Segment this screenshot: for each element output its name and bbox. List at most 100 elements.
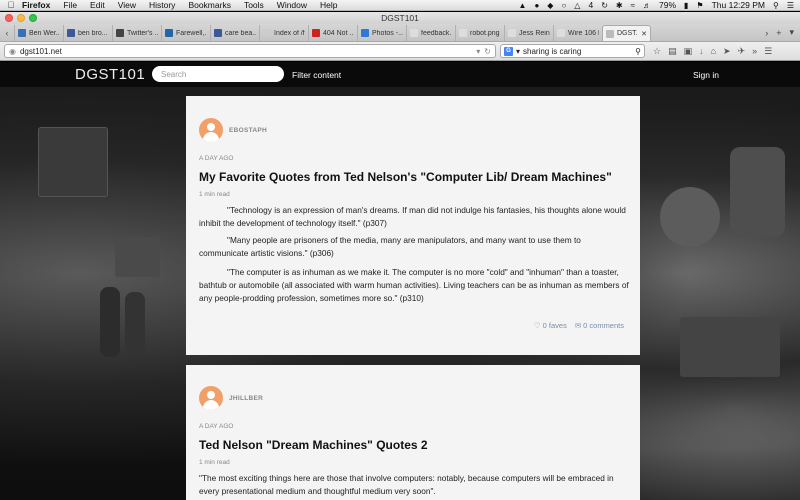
browser-tab[interactable]: 404 Not ... xyxy=(308,25,357,41)
tab-favicon-icon xyxy=(18,29,26,37)
drive-icon[interactable]: △ xyxy=(574,1,580,10)
post-title[interactable]: Ted Nelson "Dream Machines" Quotes 2 xyxy=(199,438,428,452)
extension-icon[interactable]: » xyxy=(752,46,757,57)
filter-content-link[interactable]: Filter content xyxy=(292,70,341,80)
site-search-input[interactable] xyxy=(152,66,284,82)
window-controls xyxy=(5,14,37,22)
menu-icon[interactable]: ☰ xyxy=(764,46,772,57)
menu-bookmarks[interactable]: Bookmarks xyxy=(188,0,231,10)
browser-tab[interactable]: Photos -... xyxy=(357,25,406,41)
menu-edit[interactable]: Edit xyxy=(90,0,105,10)
avatar[interactable] xyxy=(199,386,223,410)
tab-close-icon[interactable]: ✕ xyxy=(641,30,647,38)
post-author[interactable]: EBOSTAPH xyxy=(229,127,267,134)
menu-file[interactable]: File xyxy=(63,0,77,10)
apple-icon[interactable]:  xyxy=(0,0,22,10)
search-engine-dropdown-icon[interactable]: ▾ xyxy=(516,47,520,56)
menu-tools[interactable]: Tools xyxy=(244,0,264,10)
browser-tab[interactable]: Wire 106 Hub xyxy=(553,25,602,41)
home-icon[interactable]: ⌂ xyxy=(711,46,716,57)
clock[interactable]: Thu 12:29 PM xyxy=(712,0,765,10)
reading-list-icon[interactable]: ▤ xyxy=(668,46,677,57)
search-icon[interactable]: ⚲ xyxy=(635,47,641,56)
tab-favicon-icon xyxy=(214,29,222,37)
toolbar-icons: ☆ ▤ ▣ ↓ ⌂ ➤ ✈ » ☰ xyxy=(653,46,772,57)
menu-history[interactable]: History xyxy=(149,0,175,10)
zoom-window-button[interactable] xyxy=(29,14,37,22)
menu-window[interactable]: Window xyxy=(277,0,307,10)
hat-icon[interactable]: ▲ xyxy=(519,1,527,10)
site-identity-icon[interactable]: ◉ xyxy=(9,47,16,56)
browser-tab[interactable]: care bea... xyxy=(210,25,259,41)
minimize-window-button[interactable] xyxy=(17,14,25,22)
volume-icon[interactable]: ♬ xyxy=(643,1,651,10)
tab-label: care bea... xyxy=(225,29,256,37)
menu-app[interactable]: Firefox xyxy=(22,0,50,10)
notification-icon[interactable]: ○ xyxy=(561,1,566,10)
menu-help[interactable]: Help xyxy=(320,0,337,10)
download-icon[interactable]: ↓ xyxy=(699,46,704,57)
tab-scroll-right-icon[interactable]: › xyxy=(765,28,768,38)
wifi-icon[interactable]: ≈ xyxy=(631,1,635,10)
battery-icon[interactable]: ▮ xyxy=(684,1,688,10)
tab-bar: ‹ Ben Wer... ben bro... Twitter's ... Farew… xyxy=(0,24,800,42)
browser-tab[interactable]: Farewell,... xyxy=(161,25,210,41)
post-card[interactable]: EBOSTAPH A DAY AGO My Favorite Quotes fr… xyxy=(186,96,640,355)
browser-tab[interactable]: DGST...✕ xyxy=(602,25,651,41)
evernote-icon[interactable]: ● xyxy=(534,1,539,10)
status-count[interactable]: 4 xyxy=(588,0,593,10)
bookmark-star-icon[interactable]: ▾ xyxy=(476,47,480,56)
comments-button[interactable]: ✉ 0 comments xyxy=(575,321,624,330)
dropbox-icon[interactable]: ◆ xyxy=(547,1,553,10)
send-icon[interactable]: ✈ xyxy=(738,46,746,57)
avatar[interactable] xyxy=(199,118,223,142)
tab-label: 404 Not ... xyxy=(323,29,354,37)
tab-scroll-left-icon[interactable]: ‹ xyxy=(0,28,14,38)
browser-tab[interactable]: feedback... xyxy=(406,25,455,41)
browser-tab[interactable]: Jess Reingold xyxy=(504,25,553,41)
browser-tab[interactable]: Twitter's ... xyxy=(112,25,161,41)
battery-percent[interactable]: 79% xyxy=(659,0,676,10)
spotlight-icon[interactable]: ⚲ xyxy=(773,1,779,10)
nav-bar: ◉ dgst101.net ▾ ↻ G ▾ sharing is caring … xyxy=(0,42,800,61)
bluetooth-icon[interactable]: ✱ xyxy=(616,1,623,10)
site-logo[interactable]: DGST101 xyxy=(75,66,145,83)
search-engine-icon[interactable]: G xyxy=(504,46,513,56)
tab-label: Jess Reingold xyxy=(519,29,550,37)
browser-search-box[interactable]: G ▾ sharing is caring ⚲ xyxy=(500,44,645,58)
browser-tab[interactable]: ben bro... xyxy=(63,25,112,41)
tab-list-icon[interactable]: ▾ xyxy=(789,27,794,38)
sign-in-link[interactable]: Sign in xyxy=(693,70,719,80)
notification-center-icon[interactable]: ☰ xyxy=(787,1,794,10)
tab-favicon-icon xyxy=(67,29,75,37)
background-capacitor xyxy=(660,187,720,247)
reload-icon[interactable]: ↻ xyxy=(484,47,491,56)
tab-label: Photos -... xyxy=(372,29,403,37)
browser-search-value[interactable]: sharing is caring xyxy=(523,47,632,56)
faves-count: 0 faves xyxy=(542,321,567,330)
timemachine-icon[interactable]: ↻ xyxy=(601,1,608,10)
post-quote: "Many people are prisoners of the media,… xyxy=(199,235,581,258)
post-card[interactable]: JHILLBER A DAY AGO Ted Nelson "Dream Mac… xyxy=(186,365,640,500)
bookmark-icon[interactable]: ☆ xyxy=(653,46,661,57)
window-title: DGST101 xyxy=(381,13,419,23)
browser-tab[interactable]: Ben Wer... xyxy=(14,25,63,41)
pocket-icon[interactable]: ▣ xyxy=(684,46,693,57)
post-quote: "Technology is an expression of man's dr… xyxy=(199,205,626,228)
url-text[interactable]: dgst101.net xyxy=(20,47,472,56)
tab-label: Farewell,... xyxy=(176,29,207,37)
share-icon[interactable]: ➤ xyxy=(723,46,731,57)
new-tab-icon[interactable]: + xyxy=(776,28,781,38)
browser-tab[interactable]: Index of /file... xyxy=(259,25,308,41)
post-author[interactable]: JHILLBER xyxy=(229,395,263,402)
flag-icon[interactable]: ⚑ xyxy=(696,1,703,10)
close-window-button[interactable] xyxy=(5,14,13,22)
post-date: A DAY AGO xyxy=(199,423,234,430)
faves-button[interactable]: ♡ 0 faves xyxy=(534,321,567,330)
menu-view[interactable]: View xyxy=(118,0,136,10)
url-bar[interactable]: ◉ dgst101.net ▾ ↻ xyxy=(4,44,496,58)
post-title[interactable]: My Favorite Quotes from Ted Nelson's "Co… xyxy=(199,170,612,184)
browser-tab[interactable]: robot.png (P... xyxy=(455,25,504,41)
tab-favicon-icon xyxy=(361,29,369,37)
post-date: A DAY AGO xyxy=(199,155,234,162)
